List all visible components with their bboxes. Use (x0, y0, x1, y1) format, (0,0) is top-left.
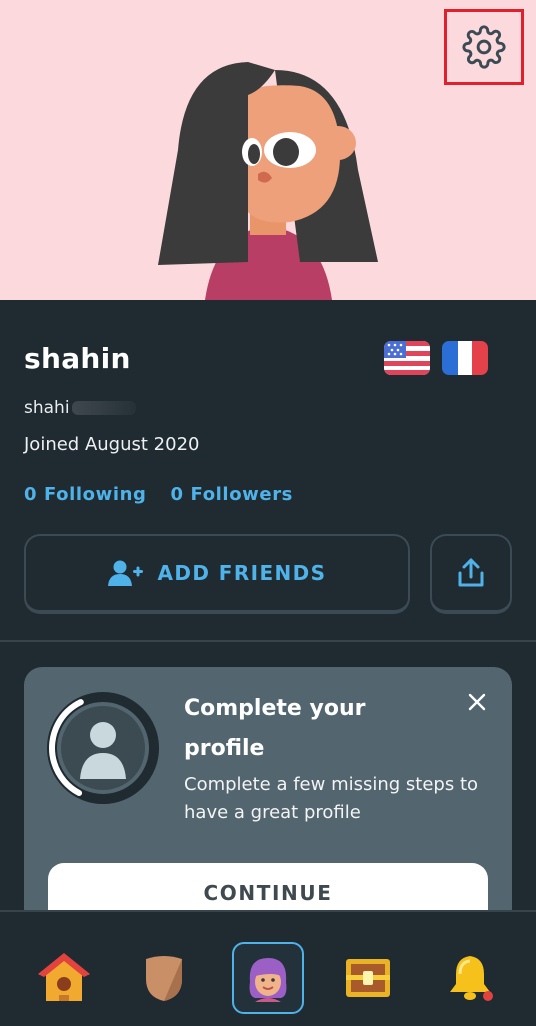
username-redaction (71, 401, 136, 415)
profile-banner (0, 0, 536, 300)
nav-leagues[interactable] (128, 942, 200, 1014)
profile-icon (249, 958, 287, 1002)
card-title: Complete your profile (184, 696, 366, 761)
shield-icon (146, 956, 182, 1001)
share-icon (458, 558, 484, 587)
us-flag-icon[interactable] (384, 341, 430, 375)
follow-stats: 0 Following 0 Followers (24, 484, 293, 505)
card-description: Complete a few missing steps to have a g… (184, 774, 479, 823)
add-friends-label: ADD FRIENDS (157, 561, 327, 585)
settings-button[interactable] (444, 9, 524, 85)
joined-date: Joined August 2020 (24, 434, 200, 455)
profile-name: shahin (24, 342, 131, 375)
bell-icon (450, 956, 493, 1001)
bottom-navigation (0, 910, 536, 1026)
add-friends-button[interactable]: ADD FRIENDS (24, 534, 410, 614)
nav-profile[interactable] (232, 942, 304, 1014)
language-flags (384, 341, 488, 375)
username: shahi (24, 398, 136, 418)
nav-notifications[interactable] (434, 942, 506, 1014)
home-icon (38, 953, 90, 1001)
followers-link[interactable]: 0 Followers (171, 484, 293, 505)
profile-progress-ring (47, 692, 159, 804)
section-divider (0, 640, 536, 642)
fr-flag-icon[interactable] (442, 341, 488, 375)
close-icon (468, 693, 486, 711)
complete-profile-card: Complete your profile Complete a few mis… (24, 667, 512, 927)
gear-icon (462, 25, 506, 69)
treasure-chest-icon (346, 959, 390, 997)
following-link[interactable]: 0 Following (24, 484, 147, 505)
nav-home[interactable] (28, 942, 100, 1014)
nav-shop[interactable] (332, 942, 404, 1014)
username-text: shahi (24, 398, 70, 418)
add-person-icon (107, 560, 143, 586)
share-button[interactable] (430, 534, 512, 614)
close-button[interactable] (460, 685, 494, 719)
